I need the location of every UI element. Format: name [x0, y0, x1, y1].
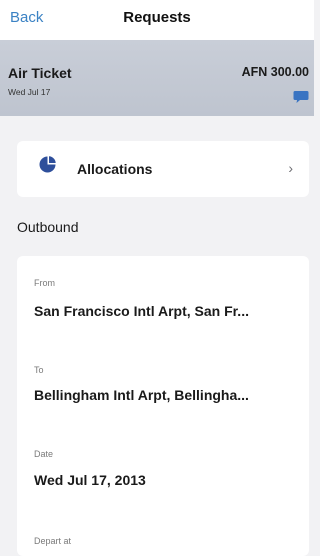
section-header-outbound: Outbound	[17, 219, 79, 235]
comment-icon[interactable]	[293, 90, 309, 104]
allocations-row[interactable]: Allocations ›	[17, 141, 309, 197]
from-label: From	[34, 278, 55, 288]
from-value: San Francisco Intl Arpt, San Fr...	[34, 303, 249, 319]
page-title: Requests	[123, 9, 191, 26]
outbound-details-card: From San Francisco Intl Arpt, San Fr... …	[17, 256, 309, 556]
request-summary: Air Ticket Wed Jul 17 AFN 300.00	[0, 40, 314, 116]
pie-chart-icon	[39, 156, 56, 173]
chevron-right-icon: ›	[288, 160, 293, 176]
date-value: Wed Jul 17, 2013	[34, 472, 146, 488]
to-label: To	[34, 365, 44, 375]
expense-type: Air Ticket	[8, 65, 72, 81]
date-label: Date	[34, 449, 54, 459]
navigation-bar: Back Requests	[0, 0, 314, 40]
allocations-label: Allocations	[77, 161, 153, 177]
to-value: Bellingham Intl Arpt, Bellingha...	[34, 387, 249, 403]
expense-amount: AFN 300.00	[241, 65, 309, 79]
expense-date: Wed Jul 17	[8, 87, 51, 97]
